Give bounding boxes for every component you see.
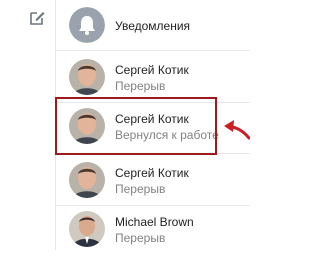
conversation-item[interactable]: Сергей Котик Перерыв bbox=[56, 154, 250, 207]
contact-name: Michael Brown bbox=[115, 215, 194, 229]
highlight-frame bbox=[55, 97, 217, 155]
contact-status: Перерыв bbox=[115, 231, 166, 245]
contact-name: Сергей Котик bbox=[115, 63, 189, 77]
avatar bbox=[69, 211, 105, 247]
contact-status: Перерыв bbox=[115, 182, 166, 196]
compose-icon[interactable] bbox=[28, 9, 46, 27]
notifications-row[interactable]: Уведомления bbox=[56, 0, 250, 53]
avatar bbox=[69, 162, 105, 198]
contact-status: Перерыв bbox=[115, 79, 166, 93]
bell-icon bbox=[69, 7, 105, 43]
annotation-arrow-icon bbox=[224, 120, 250, 140]
avatar bbox=[69, 59, 105, 95]
notifications-label: Уведомления bbox=[115, 19, 191, 33]
contact-name: Сергей Котик bbox=[115, 166, 189, 180]
conversation-item[interactable]: Michael Brown Перерыв bbox=[56, 203, 250, 256]
left-rail bbox=[0, 0, 56, 250]
